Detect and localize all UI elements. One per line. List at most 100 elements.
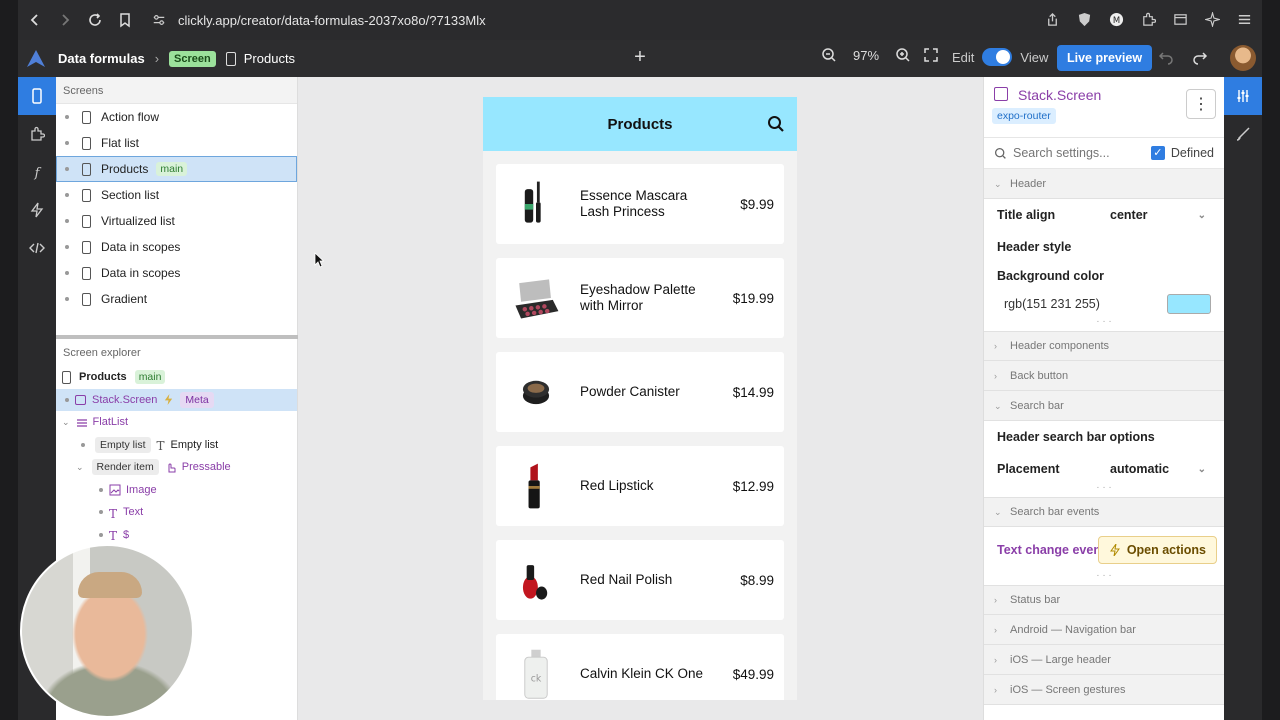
app-logo-icon[interactable] [26, 49, 46, 69]
defined-filter[interactable]: ✓ Defined [1150, 146, 1214, 160]
text-change-label: Text change event [997, 543, 1106, 557]
share-icon[interactable] [1042, 8, 1062, 30]
edit-label[interactable]: Edit [952, 50, 974, 65]
section-header-label: Search bar [1010, 399, 1064, 412]
brave-shield-icon[interactable] [1074, 8, 1094, 30]
undo-icon[interactable] [1158, 49, 1174, 65]
product-card[interactable]: ck Calvin Klein CK One $49.99 [496, 634, 784, 700]
site-settings-icon[interactable] [152, 13, 166, 27]
product-name: Essence Mascara Lash Princess [580, 188, 688, 219]
red-nail-polish-image [506, 550, 566, 610]
settings-title-row: Stack.Screen expo-router ⋮ [984, 77, 1224, 137]
tree-dollar[interactable]: T $ [56, 524, 297, 547]
zoom-out-icon[interactable] [821, 47, 837, 63]
screens-tool-icon[interactable] [18, 77, 56, 115]
tree-text[interactable]: T Text [56, 501, 297, 524]
section-header-label: Android — Navigation bar [1010, 623, 1136, 636]
section-back-button[interactable]: › Back button [984, 361, 1224, 391]
color-swatch[interactable] [1167, 294, 1211, 314]
tree-stack-screen[interactable]: Stack.Screen Meta [56, 388, 297, 411]
settings-search: ✓ Defined [984, 137, 1224, 169]
chevron-down-icon[interactable]: ⌄ [1198, 210, 1206, 221]
screen-item-gradient[interactable]: Gradient [56, 286, 297, 312]
screen-item-label: Data in scopes [101, 240, 181, 254]
screen-item-data-in-scopes[interactable]: Data in scopes [56, 234, 297, 260]
section-ios-large-header[interactable]: › iOS — Large header [984, 645, 1224, 675]
leo-ai-icon[interactable] [1202, 8, 1222, 30]
title-align-select[interactable]: center [1110, 208, 1148, 222]
bullet [99, 532, 103, 537]
more-dots[interactable]: · · · [984, 483, 1224, 497]
back-icon[interactable] [22, 7, 48, 33]
reload-icon[interactable] [82, 7, 108, 33]
section-search-bar-events[interactable]: ⌄ Search bar events [984, 497, 1224, 527]
screen-item-section-list[interactable]: Section list [56, 182, 297, 208]
section-ios-gestures[interactable]: › iOS — Screen gestures [984, 675, 1224, 705]
product-card[interactable]: Essence Mascara Lash Princess $9.99 [496, 164, 784, 244]
screen-item-flat-list[interactable]: Flat list [56, 130, 297, 156]
stack-icon [75, 394, 86, 405]
project-title[interactable]: Data formulas [58, 51, 145, 66]
defined-checkbox[interactable]: ✓ [1150, 146, 1165, 160]
section-header[interactable]: ⌄ Header [984, 169, 1224, 199]
placement-select[interactable]: automatic [1110, 462, 1169, 476]
user-avatar[interactable] [1230, 45, 1256, 71]
settings-sliders-icon[interactable] [1224, 77, 1262, 115]
chevron-down-icon[interactable]: ⌄ [62, 417, 70, 428]
zoom-level[interactable]: 97% [853, 48, 879, 63]
tree-root[interactable]: Products main [56, 366, 297, 389]
components-tool-icon[interactable] [18, 115, 56, 153]
open-actions-button[interactable]: Open actions [1097, 536, 1217, 564]
redo-icon[interactable] [1192, 49, 1208, 65]
svg-text:M: M [1112, 14, 1119, 24]
section-search-bar[interactable]: ⌄ Search bar [984, 391, 1224, 421]
reader-icon[interactable] [1170, 8, 1190, 30]
screen-item-action-flow[interactable]: Action flow [56, 104, 297, 130]
settings-search-input[interactable] [1013, 146, 1153, 160]
svg-text:f: f [34, 166, 42, 180]
tree-render-item[interactable]: ⌄ Render item Pressable [56, 456, 297, 479]
url-text[interactable]: clickly.app/creator/data-formulas-2037xo… [178, 13, 486, 28]
add-icon[interactable]: + [630, 47, 650, 68]
chevron-down-icon[interactable]: ⌄ [1198, 464, 1206, 475]
section-status-bar[interactable]: › Status bar [984, 585, 1224, 615]
product-card[interactable]: Powder Canister $14.99 [496, 352, 784, 432]
more-options-icon[interactable]: ⋮ [1186, 89, 1216, 119]
view-label[interactable]: View [1020, 50, 1048, 65]
product-card[interactable]: Eyeshadow Palette with Mirror $19.99 [496, 258, 784, 338]
bookmark-icon[interactable] [112, 7, 138, 33]
section-header-label: iOS — Screen gestures [1010, 683, 1126, 696]
edit-view-toggle[interactable] [982, 48, 1013, 66]
code-tool-icon[interactable] [18, 229, 56, 267]
background-color-value[interactable]: rgb(151 231 255) [1004, 297, 1100, 311]
screen-item-data-in-scopes-2[interactable]: Data in scopes [56, 260, 297, 286]
breadcrumb-screen[interactable]: Products [244, 51, 295, 66]
address-bar[interactable]: clickly.app/creator/data-formulas-2037xo… [152, 13, 486, 28]
extension-m-icon[interactable]: M [1106, 8, 1126, 30]
screen-item-virtualized-list[interactable]: Virtualized list [56, 208, 297, 234]
tree-image[interactable]: Image [56, 479, 297, 502]
section-header-components[interactable]: › Header components [984, 331, 1224, 361]
brush-icon[interactable] [1224, 115, 1262, 153]
chevron-down-icon[interactable]: ⌄ [76, 462, 84, 473]
product-card[interactable]: Red Lipstick $12.99 [496, 446, 784, 526]
actions-tool-icon[interactable] [18, 191, 56, 229]
more-dots[interactable]: · · · [984, 571, 1224, 585]
screen-item-products[interactable]: Products main [56, 156, 297, 182]
fit-screen-icon[interactable] [923, 47, 939, 63]
section-header-label: Status bar [1010, 594, 1061, 606]
live-preview-button[interactable]: Live preview [1057, 45, 1153, 71]
tree-empty-list[interactable]: Empty list T Empty list [56, 434, 297, 457]
tree-flatlist[interactable]: ⌄ FlatList [56, 411, 297, 434]
section-android-nav[interactable]: › Android — Navigation bar [984, 615, 1224, 645]
section-header-label: Header components [1010, 340, 1110, 352]
bullet [99, 510, 103, 515]
zoom-in-icon[interactable] [895, 47, 911, 63]
menu-icon[interactable] [1234, 8, 1254, 30]
forward-icon[interactable] [52, 7, 78, 33]
formulas-tool-icon[interactable]: f [18, 153, 56, 191]
search-icon[interactable] [767, 115, 785, 133]
product-card[interactable]: Red Nail Polish $8.99 [496, 540, 784, 620]
extensions-icon[interactable] [1138, 8, 1158, 30]
more-dots[interactable]: · · · [984, 317, 1224, 331]
